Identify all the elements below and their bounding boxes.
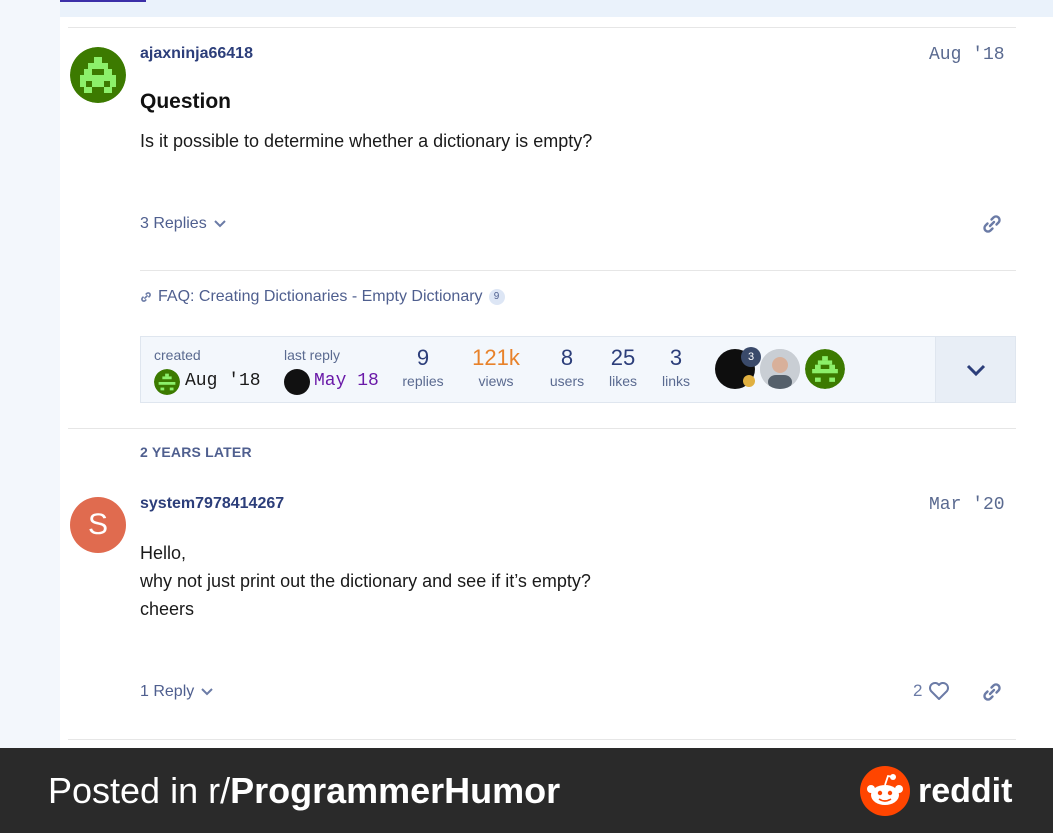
chevron-down-icon <box>200 687 214 697</box>
participant-count-badge: 3 <box>741 347 761 367</box>
avatar[interactable] <box>760 349 800 389</box>
views-label: views <box>478 373 514 389</box>
reddit-footer: Posted in r/ProgrammerHumor reddit <box>0 748 1053 833</box>
chevron-down-icon <box>213 219 227 229</box>
created-label: created <box>154 347 201 363</box>
subreddit-name: ProgrammerHumor <box>230 770 561 811</box>
avatar-letter: S <box>87 508 108 541</box>
post-body-line: cheers <box>140 599 195 619</box>
post-date[interactable]: Aug '18 <box>929 45 1005 65</box>
posted-in-text: Posted in r/ProgrammerHumor <box>48 770 560 812</box>
last-reply-date[interactable]: May 18 <box>314 371 379 391</box>
divider <box>68 739 1016 740</box>
avatar[interactable] <box>70 47 126 103</box>
post-title: Question <box>140 90 232 113</box>
reddit-logo-icon <box>860 766 910 816</box>
replies-label: 1 Reply <box>140 683 195 700</box>
expand-topic-map-button[interactable] <box>935 337 1015 402</box>
link-icon <box>140 291 152 303</box>
post-body-line: why not just print out the dictionary an… <box>140 571 591 591</box>
post-username[interactable]: system7978414267 <box>140 495 284 513</box>
faq-link-count: 9 <box>488 289 505 305</box>
link-icon[interactable] <box>981 681 1003 703</box>
posted-prefix: Posted in r/ <box>48 770 231 811</box>
links-count: 3 <box>669 345 683 370</box>
faq-link[interactable]: FAQ: Creating Dictionaries - Empty Dicti… <box>140 288 505 306</box>
post-body: Is it possible to determine whether a di… <box>140 131 593 151</box>
avatar[interactable] <box>154 369 180 395</box>
last-reply-label: last reply <box>284 347 341 363</box>
reddit-logo: reddit <box>860 766 1012 816</box>
divider <box>68 428 1016 429</box>
chevron-down-icon <box>965 363 987 377</box>
like-button[interactable]: 2 <box>913 681 950 701</box>
replies-count: 9 <box>416 345 430 370</box>
views-count: 121k <box>472 345 520 370</box>
divider <box>68 27 1016 28</box>
post-username[interactable]: ajaxninja66418 <box>140 45 253 63</box>
show-replies-button[interactable]: 3 Replies <box>140 215 227 233</box>
heart-icon <box>928 681 950 701</box>
topic-stats: created Aug '18 last reply May 18 9 repl… <box>140 336 1016 403</box>
active-tab-indicator <box>60 0 146 2</box>
replies-label: replies <box>402 373 444 389</box>
faq-link-text[interactable]: FAQ: Creating Dictionaries - Empty Dicti… <box>158 288 483 306</box>
reddit-wordmark: reddit <box>918 771 1013 810</box>
avatar[interactable]: S <box>70 497 126 553</box>
divider <box>140 270 1016 271</box>
created-date: Aug '18 <box>185 371 261 391</box>
top-strip <box>60 0 1053 17</box>
medal-icon <box>743 375 755 387</box>
avatar[interactable] <box>805 349 845 389</box>
show-replies-button[interactable]: 1 Reply <box>140 683 214 701</box>
post-body-line: Hello, <box>140 543 187 563</box>
post-date[interactable]: Mar '20 <box>929 495 1005 515</box>
time-gap-label: 2 YEARS LATER <box>140 444 252 460</box>
like-count: 2 <box>913 681 923 700</box>
replies-label: 3 Replies <box>140 215 207 232</box>
avatar[interactable] <box>284 369 310 395</box>
link-icon[interactable] <box>981 213 1003 235</box>
links-label: links <box>661 373 690 389</box>
